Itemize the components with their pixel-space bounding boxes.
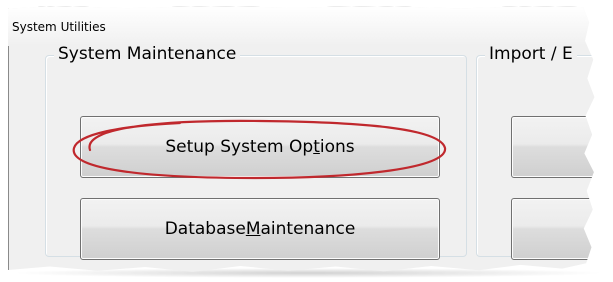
system-maintenance-legend: System Maintenance	[54, 44, 241, 64]
setup-label-prefix: Setup System Op	[165, 137, 314, 157]
database-label-prefix: Database	[164, 219, 246, 239]
title-bar: System Utilities	[8, 6, 595, 46]
import-export-legend: Import / E	[485, 44, 577, 64]
database-label-suffix: aintenance	[260, 219, 356, 239]
database-maintenance-button[interactable]: Database Maintenance	[80, 198, 440, 260]
setup-access-key: t	[313, 137, 320, 157]
setup-system-options-button[interactable]: Setup System Op t ions	[80, 116, 440, 178]
system-utilities-window: System Utilities System Maintenance Impo…	[8, 6, 595, 272]
screenshot-canvas: System Utilities System Maintenance Impo…	[0, 0, 613, 282]
window-title: System Utilities	[12, 20, 106, 34]
import-export-button-1[interactable]	[511, 116, 595, 178]
database-access-key: M	[245, 219, 261, 239]
import-export-button-2[interactable]	[511, 198, 595, 260]
setup-label-suffix: ions	[319, 137, 355, 157]
